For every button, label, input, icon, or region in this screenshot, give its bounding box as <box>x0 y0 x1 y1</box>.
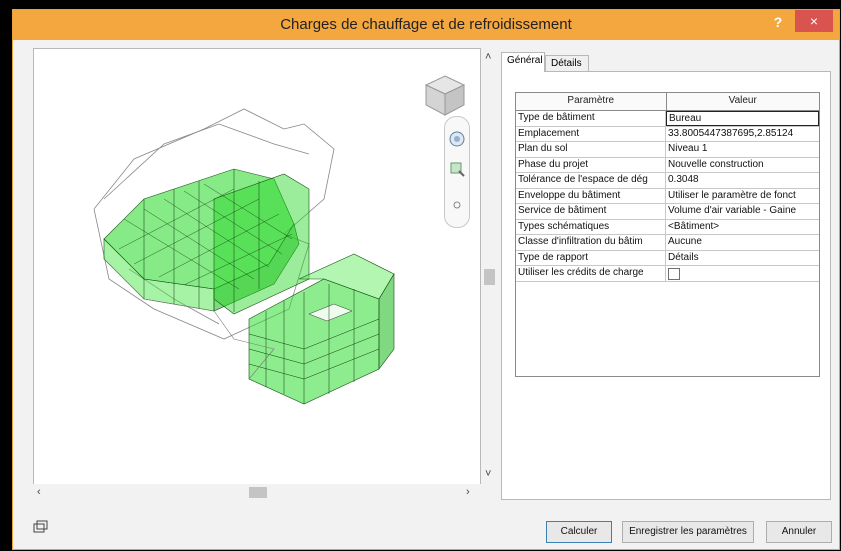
param-name: Type de bâtiment <box>516 111 666 126</box>
table-row[interactable]: Type de rapport Détails <box>516 250 819 266</box>
table-row[interactable]: Type de bâtiment Bureau <box>516 111 819 127</box>
scroll-up-arrow-icon[interactable]: ˄ <box>485 51 491 63</box>
window-title: Charges de chauffage et de refroidisseme… <box>280 16 572 33</box>
param-name: Service de bâtiment <box>516 204 666 219</box>
properties-grid: Paramètre Valeur Type de bâtiment Bureau… <box>515 92 820 377</box>
save-settings-button[interactable]: Enregistrer les paramètres <box>622 521 754 543</box>
param-name: Classe d'infiltration du bâtim <box>516 235 666 250</box>
column-header-parameter: Paramètre <box>516 93 667 110</box>
table-row[interactable]: Service de bâtiment Volume d'air variabl… <box>516 204 819 220</box>
table-row[interactable]: Enveloppe du bâtiment Utiliser le paramè… <box>516 188 819 204</box>
param-name: Utiliser les crédits de charge <box>516 266 666 281</box>
display-mode-icon[interactable] <box>33 520 49 534</box>
table-row[interactable]: Emplacement 33.8005447387695,2.85124 <box>516 126 819 142</box>
dialog-window: Charges de chauffage et de refroidisseme… <box>12 9 840 550</box>
param-value[interactable]: Niveau 1 <box>666 142 819 157</box>
properties-panel: Général Détails Paramètre Valeur Type de… <box>501 52 831 500</box>
param-value[interactable]: Utiliser le paramètre de fonct <box>666 189 819 204</box>
use-load-credits-checkbox[interactable] <box>668 268 680 280</box>
vertical-scroll-thumb[interactable] <box>484 269 495 285</box>
param-value[interactable]: Nouvelle construction <box>666 158 819 173</box>
grid-header: Paramètre Valeur <box>516 93 819 111</box>
table-row[interactable]: Types schématiques <Bâtiment> <box>516 219 819 235</box>
vertical-scrollbar[interactable]: ˄ ˅ <box>481 48 498 483</box>
table-row[interactable]: Tolérance de l'espace de dég 0.3048 <box>516 173 819 189</box>
param-value[interactable]: <Bâtiment> <box>666 220 819 235</box>
param-name: Phase du projet <box>516 157 666 172</box>
cancel-button[interactable]: Annuler <box>766 521 832 543</box>
table-row[interactable]: Plan du sol Niveau 1 <box>516 142 819 158</box>
calculate-button[interactable]: Calculer <box>546 521 612 543</box>
title-bar[interactable]: Charges de chauffage et de refroidisseme… <box>13 10 839 40</box>
tab-content: Paramètre Valeur Type de bâtiment Bureau… <box>501 71 831 500</box>
scroll-down-arrow-icon[interactable]: ˅ <box>485 468 491 480</box>
param-value[interactable]: Bureau <box>666 111 819 126</box>
help-button[interactable]: ? <box>763 10 793 34</box>
param-name: Enveloppe du bâtiment <box>516 188 666 203</box>
column-header-value: Valeur <box>728 95 757 106</box>
table-row[interactable]: Phase du projet Nouvelle construction <box>516 157 819 173</box>
close-button[interactable]: × <box>795 10 833 32</box>
horizontal-scrollbar[interactable]: ‹ › <box>33 484 481 500</box>
param-name: Types schématiques <box>516 219 666 234</box>
horizontal-scroll-thumb[interactable] <box>249 487 267 498</box>
param-name: Emplacement <box>516 126 666 141</box>
param-value[interactable]: 33.8005447387695,2.85124 <box>666 127 819 142</box>
tab-general[interactable]: Général <box>501 52 545 72</box>
param-name: Type de rapport <box>516 250 666 265</box>
param-value[interactable]: Volume d'air variable - Gaine <box>666 204 819 219</box>
tab-details[interactable]: Détails <box>545 55 589 72</box>
param-name: Tolérance de l'espace de dég <box>516 173 666 188</box>
param-value[interactable]: 0.3048 <box>666 173 819 188</box>
param-value <box>666 266 819 281</box>
table-row[interactable]: Utiliser les crédits de charge <box>516 266 819 282</box>
scroll-right-arrow-icon[interactable]: › <box>466 486 470 498</box>
param-value[interactable]: Détails <box>666 251 819 266</box>
table-row[interactable]: Classe d'infiltration du bâtim Aucune <box>516 235 819 251</box>
param-value[interactable]: Aucune <box>666 235 819 250</box>
param-name: Plan du sol <box>516 142 666 157</box>
scroll-left-arrow-icon[interactable]: ‹ <box>37 486 41 498</box>
